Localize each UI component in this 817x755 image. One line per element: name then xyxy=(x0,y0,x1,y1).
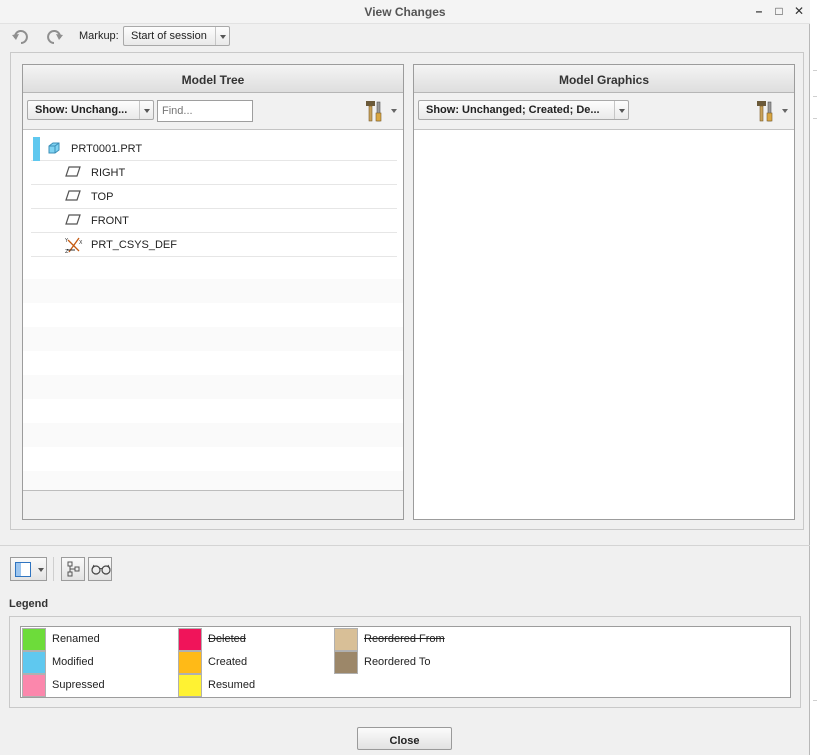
model-graphics-title: Model Graphics xyxy=(414,65,794,93)
model-tree-footer xyxy=(23,490,403,519)
chevron-down-icon xyxy=(38,568,44,572)
panel-layout-icon xyxy=(15,562,31,580)
datum-plane-icon xyxy=(65,190,81,205)
legend-swatch xyxy=(178,628,202,651)
view-changes-dialog: View Changes – □ ✕ Markup: Start of sess… xyxy=(0,0,810,755)
legend-swatch xyxy=(22,651,46,674)
model-graphics-view[interactable] xyxy=(414,131,794,519)
status-marker xyxy=(33,137,40,161)
legend-swatch xyxy=(178,651,202,674)
glasses-icon xyxy=(91,563,111,578)
tree-item-label: PRT_CSYS_DEF xyxy=(91,239,177,251)
panels-group: Model Tree Show: Unchang... Find... PRT0… xyxy=(10,52,804,530)
chevron-down-icon xyxy=(139,101,153,119)
svg-text:Z: Z xyxy=(65,249,69,254)
tree-item-front[interactable]: FRONT xyxy=(31,209,397,233)
legend-label: Created xyxy=(208,656,248,668)
model-tree-list: PRT0001.PRT RIGHT TOP FRONT Y X Z PRT_CS… xyxy=(23,131,403,495)
tree-item-label: RIGHT xyxy=(91,167,126,179)
markup-dropdown-value: Start of session xyxy=(131,30,207,42)
find-input[interactable] xyxy=(157,100,253,122)
legend-label: Supressed xyxy=(52,679,105,691)
model-tree-show-filter[interactable]: Show: Unchang... xyxy=(27,100,154,120)
markup-dropdown[interactable]: Start of session xyxy=(123,26,230,46)
model-tree-toolbar: Show: Unchang... xyxy=(23,93,403,130)
model-tree-title: Model Tree xyxy=(23,65,403,93)
minimize-button[interactable]: – xyxy=(752,4,766,18)
model-tree-panel: Model Tree Show: Unchang... Find... PRT0… xyxy=(22,64,404,520)
svg-text:X: X xyxy=(79,240,83,246)
model-graphics-show-filter[interactable]: Show: Unchanged; Created; De... xyxy=(418,100,629,120)
legend-label: Modified xyxy=(52,656,94,668)
background-window-edge xyxy=(810,0,817,755)
close-window-button[interactable]: ✕ xyxy=(792,4,806,18)
tree-view-button[interactable] xyxy=(61,557,85,581)
legend-group: Renamed Modified Supressed Deleted Creat… xyxy=(9,616,801,708)
legend-swatch xyxy=(22,628,46,651)
datum-plane-icon xyxy=(65,166,81,181)
tools-icon[interactable] xyxy=(363,99,385,123)
tree-item-label: FRONT xyxy=(91,215,129,227)
model-graphics-show-filter-value: Show: Unchanged; Created; De... xyxy=(426,104,600,116)
maximize-button[interactable]: □ xyxy=(772,4,786,18)
divider xyxy=(0,545,810,546)
tools-icon[interactable] xyxy=(754,99,776,123)
legend-swatch xyxy=(178,674,202,697)
legend-label: Reordered From xyxy=(364,633,445,645)
model-graphics-panel: Model Graphics Show: Unchanged; Created;… xyxy=(413,64,795,520)
close-button[interactable]: Close xyxy=(357,727,452,750)
model-graphics-toolbar: Show: Unchanged; Created; De... xyxy=(414,93,794,130)
legend-label: Deleted xyxy=(208,633,246,645)
chevron-down-icon xyxy=(614,101,628,119)
legend-swatch xyxy=(334,628,358,651)
tree-item-csys[interactable]: Y X Z PRT_CSYS_DEF xyxy=(31,233,397,257)
legend-label: Renamed xyxy=(52,633,100,645)
model-tree-show-filter-value: Show: Unchang... xyxy=(35,104,128,116)
legend-list: Renamed Modified Supressed Deleted Creat… xyxy=(20,626,791,698)
legend-label: Resumed xyxy=(208,679,256,691)
chevron-down-icon xyxy=(215,27,229,45)
part-icon xyxy=(47,141,61,158)
tree-item-right[interactable]: RIGHT xyxy=(31,161,397,185)
glasses-view-button[interactable] xyxy=(88,557,112,581)
legend-title: Legend xyxy=(9,598,49,610)
tree-item-top[interactable]: TOP xyxy=(31,185,397,209)
tree-item-root[interactable]: PRT0001.PRT xyxy=(31,137,397,161)
toolbar-separator xyxy=(53,557,54,581)
tree-structure-icon xyxy=(66,561,82,581)
datum-plane-icon xyxy=(65,214,81,229)
toolbar: Markup: Start of session xyxy=(0,24,810,50)
title-bar: View Changes – □ ✕ xyxy=(0,0,810,24)
layout-toggle-button[interactable] xyxy=(10,557,47,581)
redo-icon[interactable] xyxy=(43,29,65,45)
legend-swatch xyxy=(334,651,358,674)
tree-item-label: TOP xyxy=(91,191,114,203)
tree-item-label: PRT0001.PRT xyxy=(71,143,143,155)
legend-swatch xyxy=(22,674,46,697)
markup-label: Markup: xyxy=(79,30,119,42)
tools-menu-arrow-icon[interactable] xyxy=(391,109,397,113)
coordinate-system-icon: Y X Z xyxy=(64,236,83,257)
dialog-title: View Changes xyxy=(364,5,446,19)
legend-label: Reordered To xyxy=(364,656,431,668)
undo-icon[interactable] xyxy=(10,29,32,45)
tools-menu-arrow-icon[interactable] xyxy=(782,109,788,113)
